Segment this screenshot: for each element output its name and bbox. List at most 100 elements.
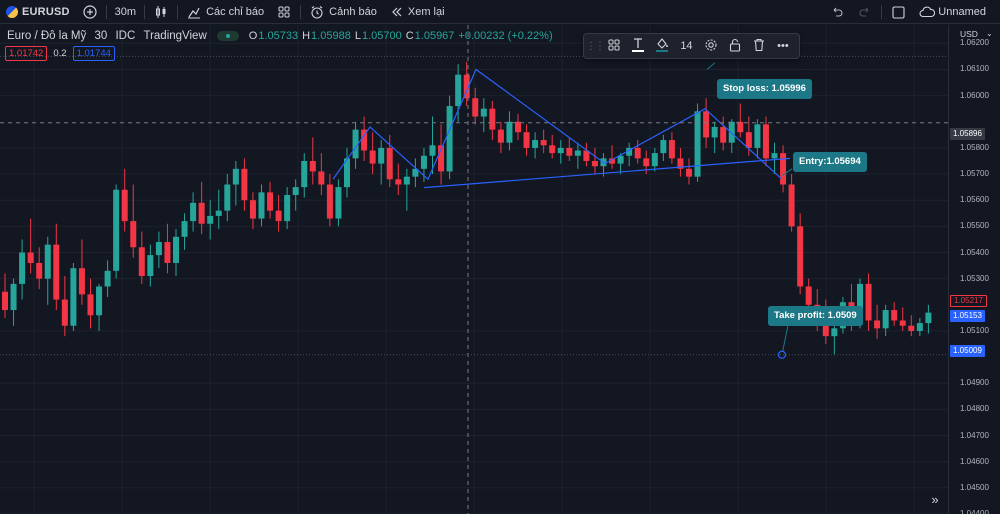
chart-type-button[interactable] xyxy=(147,0,175,24)
font-size-button[interactable]: 14 xyxy=(674,35,698,57)
scroll-to-realtime-button[interactable]: » xyxy=(926,491,944,509)
candle-body xyxy=(224,184,231,211)
candle-body xyxy=(455,74,462,107)
undo-button[interactable] xyxy=(823,0,851,24)
more-button[interactable]: ••• xyxy=(771,35,795,57)
spread-value: 0.2 xyxy=(53,48,67,59)
delete-button[interactable] xyxy=(747,35,771,57)
entry-callout[interactable]: Entry:1.05694 xyxy=(793,152,867,172)
candle-body xyxy=(574,150,581,156)
price-tick-label: 1.05100 xyxy=(960,325,989,335)
candle-body xyxy=(36,262,43,279)
candle-body xyxy=(882,310,889,329)
candle-body xyxy=(686,168,692,177)
bid-price-label: 1.05153 xyxy=(950,310,985,322)
candle-body xyxy=(617,155,624,164)
candle-body xyxy=(591,160,598,167)
legend-low: 1.05700 xyxy=(361,30,402,42)
candle-body xyxy=(258,192,265,219)
price-tick-label: 1.04900 xyxy=(960,378,989,388)
candle-body xyxy=(506,121,513,143)
buy-price-button[interactable]: 1.01744 xyxy=(72,46,115,61)
layout-name-button[interactable]: Unnamed xyxy=(912,0,1000,24)
candle-body xyxy=(865,283,872,321)
background-color-button[interactable] xyxy=(650,35,674,57)
candle-body xyxy=(472,98,479,117)
legend-interval: 30 xyxy=(94,30,108,42)
candle-body xyxy=(181,221,188,237)
candle-body xyxy=(386,147,393,180)
candle-body xyxy=(668,140,675,159)
candle-body xyxy=(523,132,530,148)
candle-body xyxy=(737,121,744,133)
legend-symbol-name[interactable]: Euro / Đô la Mỹ 30 IDC TradingView xyxy=(7,30,207,42)
candle-body xyxy=(874,320,881,329)
redo-button[interactable] xyxy=(851,0,879,24)
candle-body xyxy=(113,189,120,271)
paint-bucket-icon xyxy=(655,37,669,56)
alert-button[interactable]: Cảnh báo xyxy=(303,0,383,24)
drag-handle-icon[interactable]: ⋮⋮ xyxy=(586,35,605,57)
candle-body xyxy=(916,323,923,331)
current-price-label: 1.05217 xyxy=(950,295,987,307)
plus-circle-icon xyxy=(82,4,98,20)
candle-body xyxy=(908,325,915,331)
price-tick-label: 1.06100 xyxy=(960,64,989,74)
trash-icon xyxy=(753,38,765,55)
candle-body xyxy=(309,160,316,172)
candle-body xyxy=(754,124,761,148)
candle-body xyxy=(130,221,137,248)
candle-body xyxy=(403,176,410,185)
candle-body xyxy=(155,242,162,256)
candle-body xyxy=(121,189,128,222)
price-tick-label: 1.04800 xyxy=(960,404,989,414)
candle-body xyxy=(53,244,60,300)
text-color-button[interactable] xyxy=(626,35,650,57)
candle-body xyxy=(173,236,179,263)
compare-symbol-button[interactable] xyxy=(76,0,104,24)
currency-dropdown-icon[interactable]: ⌄ xyxy=(986,29,993,38)
candle-body xyxy=(891,310,898,321)
templates-button[interactable] xyxy=(270,0,298,24)
interval-button[interactable]: 30m xyxy=(109,0,142,24)
take-profit-callout[interactable]: Take profit: 1.0509 xyxy=(768,306,863,326)
candle-body xyxy=(301,160,308,188)
candle-body xyxy=(446,106,453,172)
square-icon xyxy=(890,4,906,20)
candle-body xyxy=(61,299,68,326)
market-status-indicator[interactable] xyxy=(216,31,239,41)
price-axis[interactable]: USD ⌄ 1.06200 1.06100 1.06000 1.05800 1.0570… xyxy=(948,25,1000,514)
candle-body xyxy=(2,291,8,311)
fullscreen-button[interactable] xyxy=(884,0,912,24)
candle-body xyxy=(429,145,436,156)
crosshair-price-label: 1.05896 xyxy=(950,128,985,140)
candle-body xyxy=(249,200,256,219)
toolbar-divider xyxy=(881,5,883,19)
undo-icon xyxy=(829,4,845,20)
candle-body xyxy=(762,124,769,159)
candle-body xyxy=(515,121,521,133)
indicators-label: Các chỉ báo xyxy=(206,5,265,18)
lock-button[interactable] xyxy=(723,35,747,57)
candle-body xyxy=(703,111,710,138)
template-button[interactable] xyxy=(602,35,626,57)
template-grid-icon xyxy=(608,39,620,54)
stop-loss-callout[interactable]: Stop loss: 1.05996 xyxy=(717,79,812,99)
price-tick-label: 1.05300 xyxy=(960,273,989,283)
candle-body xyxy=(275,210,282,222)
sell-price-button[interactable]: 1.01742 xyxy=(5,46,48,61)
candles-icon xyxy=(153,4,169,20)
candle-body xyxy=(771,153,778,159)
price-tick-label: 1.05400 xyxy=(960,247,989,257)
settings-button[interactable] xyxy=(699,35,723,57)
indicators-button[interactable]: Các chỉ báo xyxy=(180,0,270,24)
legend-low-key: L xyxy=(354,30,361,42)
candle-body xyxy=(831,328,838,337)
symbol-search-button[interactable]: EURUSD xyxy=(0,0,76,24)
candle-body xyxy=(925,312,932,324)
candle-body xyxy=(549,145,556,154)
candle-body xyxy=(207,215,214,224)
gear-icon xyxy=(704,38,718,55)
drawing-toolbar: ⋮⋮ 14 ••• xyxy=(583,33,800,59)
replay-button[interactable]: Xem lại xyxy=(383,0,451,24)
